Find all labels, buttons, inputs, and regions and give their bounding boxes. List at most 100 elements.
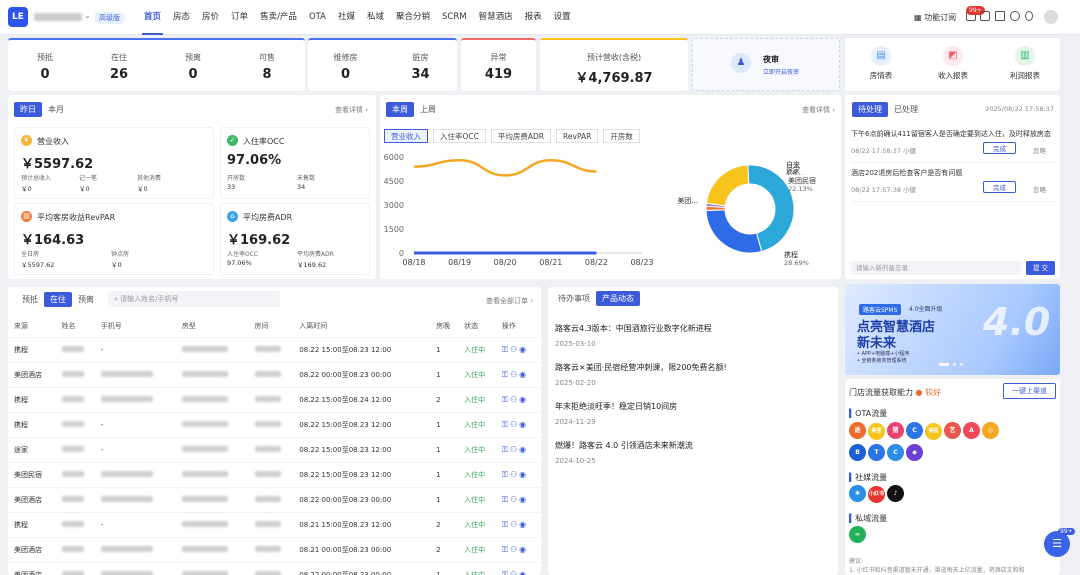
- stat-group1-3[interactable]: 可售 8: [237, 52, 297, 82]
- lock-icon[interactable]: ⚿: [502, 345, 510, 354]
- nav-item-12[interactable]: 设置: [548, 0, 577, 35]
- lock-icon[interactable]: ⚿: [502, 520, 510, 529]
- stat-group1-1[interactable]: 在住 26: [89, 52, 149, 82]
- lock-icon[interactable]: ⚿: [502, 545, 510, 554]
- table-row[interactable]: 途家 -08.22 15:00至08.23 12:00 1 入住中 ⚿⚇◉: [8, 436, 541, 462]
- org-name[interactable]: [34, 13, 82, 21]
- table-row[interactable]: 美团酒店 08.21 00:00至08.23 00:00 2 入住中 ⚿⚇◉: [8, 536, 541, 562]
- table-row[interactable]: 携程 08.22 15:00至08.24 12:00 2 入住中 ⚿⚇◉: [8, 386, 541, 412]
- nav-item-10[interactable]: 智慧酒店: [473, 0, 519, 35]
- nav-item-4[interactable]: 售卖/产品: [254, 0, 303, 35]
- user-icon[interactable]: ⚇: [510, 520, 519, 529]
- channel-icon[interactable]: 美团: [868, 423, 885, 440]
- channel-icon[interactable]: 猪: [887, 422, 904, 439]
- tab-orders-tabs-0[interactable]: 预抵: [16, 292, 44, 307]
- lock-icon[interactable]: ⚿: [502, 570, 510, 575]
- sync-icon[interactable]: [1010, 11, 1020, 21]
- chevron-down-icon[interactable]: ⌄: [84, 11, 91, 20]
- eye-icon[interactable]: ◉: [519, 495, 528, 504]
- user-icon[interactable]: ⚇: [510, 445, 519, 454]
- eye-icon[interactable]: ◉: [519, 445, 528, 454]
- metric-tab-2[interactable]: 平均房费ADR: [490, 129, 552, 143]
- eye-icon[interactable]: ◉: [519, 545, 528, 554]
- channel-icon[interactable]: T: [868, 444, 885, 461]
- brand-logo[interactable]: LE: [8, 7, 28, 27]
- channel-icon[interactable]: C: [906, 422, 923, 439]
- edit-icon[interactable]: [995, 11, 1005, 21]
- tab-trend-tabs-1[interactable]: 上周: [414, 102, 442, 117]
- user-icon[interactable]: ⚇: [510, 495, 519, 504]
- channel-icon[interactable]: B: [849, 444, 866, 461]
- channel-icon[interactable]: 美团: [925, 423, 942, 440]
- todo-done-button[interactable]: 完成: [983, 142, 1016, 154]
- tab-daily-tabs-0[interactable]: 昨日: [14, 102, 42, 117]
- table-row[interactable]: 美团酒店 08.22 00:00至08.23 00:00 1 入住中 ⚿⚇◉: [8, 361, 541, 387]
- metric-tab-1[interactable]: 入住率OCC: [433, 129, 486, 143]
- orders-more-link[interactable]: 查看全部订单 ›: [486, 296, 533, 306]
- tab-trend-tabs-0[interactable]: 本周: [386, 102, 414, 117]
- table-row[interactable]: 美团酒店 08.22 00:00至08.23 00:00 1 入住中 ⚿⚇◉: [8, 486, 541, 512]
- one-click-channel-button[interactable]: 一键上渠道: [1003, 383, 1056, 399]
- lock-icon[interactable]: ⚿: [502, 495, 510, 504]
- tab-todo-tabs-1[interactable]: 已处理: [888, 102, 924, 117]
- eye-icon[interactable]: ◉: [519, 520, 528, 529]
- news-item[interactable]: 路客云×美团·民宿经营冲刺课，限200免费名额! 2025-02-20: [555, 362, 727, 387]
- news-item[interactable]: 燃爆！路客云 4.0 引领酒店未来新潮流 2024-10-25: [555, 440, 693, 465]
- stat-group1-0[interactable]: 预抵 0: [15, 52, 75, 82]
- nav-item-6[interactable]: 社媒: [332, 0, 361, 35]
- nav-item-5[interactable]: OTA: [303, 0, 332, 35]
- memo-submit-button[interactable]: 提 交: [1026, 261, 1055, 275]
- eye-icon[interactable]: ◉: [519, 345, 528, 354]
- eye-icon[interactable]: ◉: [519, 370, 528, 379]
- stat-group2-1[interactable]: 脏房 34: [391, 52, 451, 82]
- memo-input[interactable]: 请输入新的备忘录: [851, 261, 1021, 275]
- promo-banner[interactable]: 路客云SPMS 4.0全面升级 点亮智慧酒店 新未来 • APP+电脑端+小程序…: [845, 284, 1060, 375]
- lock-icon[interactable]: ⚿: [502, 470, 510, 479]
- channel-icon[interactable]: 小红书: [868, 486, 885, 503]
- table-row[interactable]: 携程 -08.21 15:00至08.23 12:00 2 入住中 ⚿⚇◉: [8, 511, 541, 537]
- lock-icon[interactable]: ⚿: [502, 395, 510, 404]
- channel-icon[interactable]: ◎: [982, 422, 999, 439]
- metric-tab-4[interactable]: 开房数: [603, 129, 640, 143]
- nav-item-1[interactable]: 房态: [167, 0, 196, 35]
- eye-icon[interactable]: ◉: [519, 395, 528, 404]
- nav-item-0[interactable]: 首页: [138, 0, 167, 35]
- order-search-input[interactable]: ⌕ 请输入姓名/手机号: [108, 291, 280, 307]
- channel-icon[interactable]: 艺: [944, 422, 961, 439]
- nav-item-2[interactable]: 房价: [196, 0, 225, 35]
- lock-icon[interactable]: ⚿: [502, 370, 510, 379]
- quick-report-0[interactable]: ▤ 房情表: [863, 46, 899, 81]
- banner-dots[interactable]: [939, 363, 963, 366]
- nav-item-7[interactable]: 私域: [361, 0, 390, 35]
- channel-icon[interactable]: ∞: [849, 526, 866, 543]
- help-icon[interactable]: [1025, 11, 1033, 21]
- feature-subscribe[interactable]: ▦ 功能订阅: [914, 12, 956, 23]
- quick-report-1[interactable]: ◩ 收入报表: [935, 46, 971, 81]
- channel-icon[interactable]: ◆: [906, 444, 923, 461]
- nav-item-9[interactable]: SCRM: [436, 0, 473, 35]
- channel-icon[interactable]: C: [887, 444, 904, 461]
- quick-report-2[interactable]: ▥ 利润报表: [1007, 46, 1043, 81]
- stat-group2-0[interactable]: 维修房 0: [316, 52, 376, 82]
- daily-more-link[interactable]: 查看详情 ›: [335, 105, 368, 115]
- table-row[interactable]: 美团酒店 08.22 00:00至08.23 00:00 1 入住中 ⚿⚇◉: [8, 561, 541, 575]
- lock-icon[interactable]: ⚿: [502, 420, 510, 429]
- channel-icon[interactable]: ♪: [887, 485, 904, 502]
- avatar[interactable]: [1044, 10, 1058, 24]
- table-row[interactable]: 携程 -08.22 15:00至08.23 12:00 1 入住中 ⚿⚇◉: [8, 411, 541, 437]
- tab-daily-tabs-1[interactable]: 本月: [42, 102, 70, 117]
- eye-icon[interactable]: ◉: [519, 470, 528, 479]
- metric-tab-0[interactable]: 营业收入: [384, 129, 428, 143]
- table-row[interactable]: 美团民宿 08.22 15:00至08.23 12:00 1 入住中 ⚿⚇◉: [8, 461, 541, 487]
- nav-item-3[interactable]: 订单: [225, 0, 254, 35]
- nav-item-8[interactable]: 聚合分销: [390, 0, 436, 35]
- user-icon[interactable]: ⚇: [510, 420, 519, 429]
- user-icon[interactable]: ⚇: [510, 470, 519, 479]
- night-audit-link[interactable]: 立即开启夜审: [763, 67, 799, 76]
- news-item[interactable]: 年末拒绝淡旺季！稳定日销10间房 2024-11-29: [555, 401, 677, 426]
- nav-item-11[interactable]: 报表: [519, 0, 548, 35]
- user-icon[interactable]: ⚇: [510, 345, 519, 354]
- channel-icon[interactable]: 途: [849, 422, 866, 439]
- user-icon[interactable]: ⚇: [510, 570, 519, 575]
- tab-news-tabs-0[interactable]: 待办事项: [552, 291, 596, 306]
